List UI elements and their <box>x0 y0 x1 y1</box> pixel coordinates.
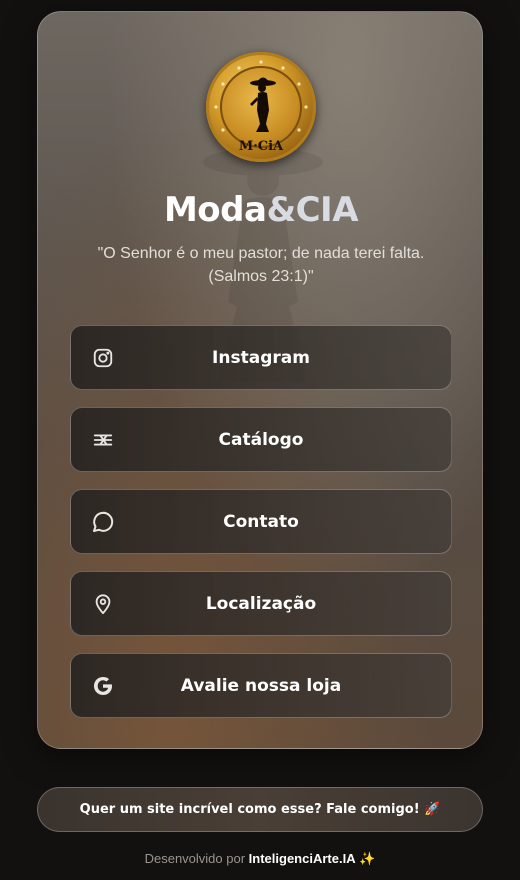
developer-link[interactable]: InteligenciArte.IA <box>249 851 356 866</box>
review-label: Avalie nossa loja <box>180 675 342 696</box>
catalog-button[interactable]: Catálogo <box>70 407 452 472</box>
instagram-label: Instagram <box>212 347 310 368</box>
instagram-icon <box>91 346 115 370</box>
brand-name-suffix: &CIA <box>266 190 359 230</box>
catalog-icon <box>91 428 115 452</box>
catalog-label: Catálogo <box>218 429 304 450</box>
footer-credit: Desenvolvido por InteligenciArte.IA ✨ <box>0 851 520 867</box>
footer-prefix: Desenvolvido por <box>144 851 246 866</box>
sparkles-icon: ✨ <box>359 851 376 866</box>
review-button[interactable]: Avalie nossa loja <box>70 653 452 718</box>
chat-bubble-icon <box>91 510 115 534</box>
quote-line-2: (Salmos 23:1)" <box>208 268 314 285</box>
instagram-button[interactable]: Instagram <box>70 325 452 390</box>
contact-button[interactable]: Contato <box>70 489 452 554</box>
contact-label: Contato <box>223 511 299 532</box>
google-icon <box>91 674 115 698</box>
location-button[interactable]: Localização <box>70 571 452 636</box>
brand-logo: M·CiA <box>206 52 316 162</box>
contact-developer-button[interactable]: Quer um site incrível como esse? Fale co… <box>37 787 483 832</box>
page-title: Moda&CIA <box>38 190 482 230</box>
quote-line-1: "O Senhor é o meu pastor; de nada terei … <box>97 245 425 262</box>
logo-text: M·CiA <box>238 139 284 154</box>
bible-quote: "O Senhor é o meu pastor; de nada terei … <box>78 242 444 288</box>
location-label: Localização <box>205 593 317 614</box>
profile-card: M·CiA Moda&CIA "O Senhor é o meu pastor;… <box>37 11 483 749</box>
brand-name-prefix: Moda <box>163 190 267 230</box>
map-pin-icon <box>91 592 115 616</box>
